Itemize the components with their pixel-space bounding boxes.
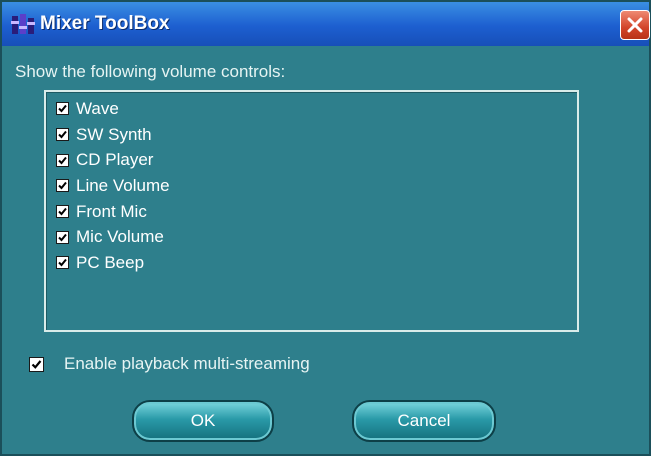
ok-button[interactable]: OK — [132, 400, 274, 442]
sw-synth-checkbox[interactable] — [56, 128, 69, 142]
volume-controls-list[interactable]: Wave SW Synth CD Player Line Volume Fron… — [44, 90, 579, 332]
pc-beep-label: PC Beep — [76, 252, 145, 272]
list-item-front-mic[interactable]: Front Mic — [56, 199, 170, 225]
wave-checkbox[interactable] — [56, 102, 69, 116]
list-item-sw-synth[interactable]: SW Synth — [56, 122, 170, 148]
line-volume-checkbox[interactable] — [56, 179, 69, 193]
window-title: Mixer ToolBox — [40, 13, 170, 34]
list-item-mic-volume[interactable]: Mic Volume — [56, 224, 170, 250]
sw-synth-label: SW Synth — [76, 124, 152, 144]
line-volume-label: Line Volume — [76, 175, 170, 195]
mixer-app-icon — [10, 12, 36, 38]
front-mic-label: Front Mic — [76, 201, 147, 221]
front-mic-checkbox[interactable] — [56, 205, 69, 219]
list-item-cd-player[interactable]: CD Player — [56, 147, 170, 173]
multistreaming-option[interactable]: Enable playback multi-streaming — [29, 354, 310, 374]
list-item-wave[interactable]: Wave — [56, 96, 170, 122]
cd-player-label: CD Player — [76, 150, 154, 170]
pc-beep-checkbox[interactable] — [56, 256, 69, 270]
multistreaming-checkbox[interactable] — [29, 356, 44, 372]
list-item-line-volume[interactable]: Line Volume — [56, 173, 170, 199]
cd-player-checkbox[interactable] — [56, 153, 69, 167]
mixer-toolbox-window: Mixer ToolBox Show the following volume … — [0, 0, 651, 456]
list-item-pc-beep[interactable]: PC Beep — [56, 250, 170, 276]
close-button[interactable] — [620, 10, 650, 40]
volume-controls-label: Show the following volume controls: — [15, 62, 286, 81]
multistreaming-label: Enable playback multi-streaming — [64, 354, 310, 373]
title-bar[interactable]: Mixer ToolBox — [2, 2, 650, 46]
cancel-button[interactable]: Cancel — [352, 400, 496, 442]
close-icon — [626, 16, 644, 34]
mic-volume-checkbox[interactable] — [56, 230, 69, 244]
wave-label: Wave — [76, 98, 119, 118]
mic-volume-label: Mic Volume — [76, 227, 164, 247]
